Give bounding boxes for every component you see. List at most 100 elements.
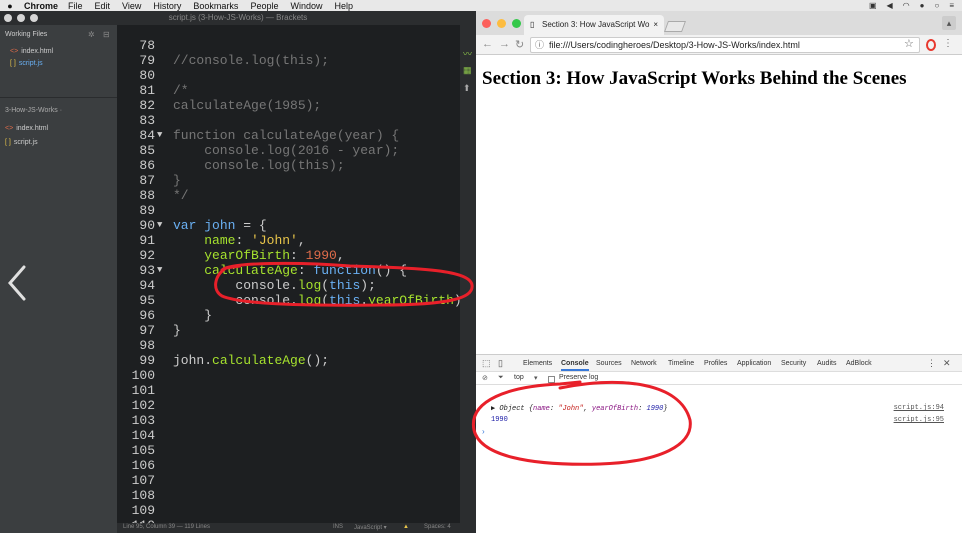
back-arrow-icon[interactable]: ←	[482, 38, 493, 50]
chrome-zoom-button[interactable]	[512, 19, 521, 28]
line-number[interactable]: 100	[117, 368, 155, 383]
line-number[interactable]: 88	[117, 188, 155, 203]
split-view-icon[interactable]: ⊟	[103, 30, 110, 39]
line-number[interactable]: 105	[117, 443, 155, 458]
line-number[interactable]: 84	[117, 128, 155, 143]
live-preview-icon[interactable]: 〰	[463, 47, 472, 60]
more-menu-icon[interactable]: ⋮	[943, 38, 953, 49]
devtools-tab-profiles[interactable]: Profiles	[704, 360, 727, 367]
devtools-tab-elements[interactable]: Elements	[523, 360, 552, 367]
close-tab-icon[interactable]: ×	[653, 15, 658, 35]
menu-view[interactable]: View	[122, 1, 141, 11]
devtools-tab-sources[interactable]: Sources	[596, 360, 622, 367]
insert-mode[interactable]: INS	[333, 524, 343, 530]
menu-people[interactable]: People	[250, 1, 278, 11]
close-window-button[interactable]	[4, 14, 12, 22]
devtools-menu-icon[interactable]: ⋮	[927, 358, 936, 369]
line-number[interactable]: 81	[117, 83, 155, 98]
line-number[interactable]: 107	[117, 473, 155, 488]
working-file-script-js[interactable]: [ ] script.js	[10, 60, 43, 67]
line-number[interactable]: 99	[117, 353, 155, 368]
line-number[interactable]: 108	[117, 488, 155, 503]
console-object-output[interactable]: ▶ Object {name: "John", yearOfBirth: 199…	[491, 404, 668, 413]
device-mode-icon[interactable]: ▯	[498, 358, 503, 369]
line-number[interactable]: 94	[117, 278, 155, 293]
line-number[interactable]: 95	[117, 293, 155, 308]
console-source-link[interactable]: script.js:94	[894, 404, 944, 412]
line-number[interactable]: 86	[117, 158, 155, 173]
warning-icon[interactable]: ▲	[403, 524, 409, 530]
code-editor[interactable]: 78 79 //console.log(this); 80 81 /* 82 calculat…	[117, 25, 460, 523]
line-number[interactable]: 103	[117, 413, 155, 428]
profile-icon[interactable]: ▴	[942, 16, 956, 30]
working-file-index-html[interactable]: <> index.html	[10, 48, 53, 55]
line-number[interactable]: 82	[117, 98, 155, 113]
zoom-window-button[interactable]	[30, 14, 38, 22]
apple-icon[interactable]: ●	[0, 1, 20, 11]
line-number[interactable]: 89	[117, 203, 155, 218]
bookmark-star-icon[interactable]: ☆	[904, 37, 914, 50]
camera-icon[interactable]: ▣	[869, 1, 877, 10]
new-tab-button[interactable]	[663, 21, 687, 32]
opera-extension-icon[interactable]	[926, 39, 936, 51]
filter-icon[interactable]: ⏷	[498, 374, 504, 382]
extension-manager-icon[interactable]: ▦	[463, 65, 472, 76]
notification-center-icon[interactable]: ≡	[949, 1, 954, 10]
line-number[interactable]: 97	[117, 323, 155, 338]
devtools-tab-security[interactable]: Security	[781, 360, 806, 367]
menu-file[interactable]: File	[68, 1, 83, 11]
menu-window[interactable]: Window	[290, 1, 322, 11]
menu-help[interactable]: Help	[334, 1, 353, 11]
indent-setting[interactable]: Spaces: 4	[424, 524, 451, 530]
devtools-tab-application[interactable]: Application	[737, 360, 771, 367]
line-number[interactable]: 96	[117, 308, 155, 323]
clear-console-icon[interactable]: ⊘	[482, 374, 488, 382]
menu-bookmarks[interactable]: Bookmarks	[193, 1, 238, 11]
console-source-link[interactable]: script.js:95	[894, 416, 944, 424]
line-number[interactable]: 87	[117, 173, 155, 188]
address-bar[interactable]: ⓘ file:///Users/codingheroes/Desktop/3-H…	[530, 37, 920, 53]
project-file-index-html[interactable]: <> index.html	[5, 125, 48, 132]
line-number[interactable]: 92	[117, 248, 155, 263]
line-number[interactable]: 109	[117, 503, 155, 518]
browser-tab[interactable]: ▯ Section 3: How JavaScript Wo ×	[524, 15, 664, 35]
line-number[interactable]: 106	[117, 458, 155, 473]
devtools-tab-network[interactable]: Network	[631, 360, 657, 367]
line-number[interactable]: 90	[117, 218, 155, 233]
minimize-window-button[interactable]	[17, 14, 25, 22]
git-icon[interactable]: ⬆	[463, 83, 471, 94]
volume-icon[interactable]: ◀	[887, 1, 893, 10]
line-number[interactable]: 101	[117, 383, 155, 398]
devtools-tab-adblock[interactable]: AdBlock	[846, 360, 872, 367]
line-number[interactable]: 91	[117, 233, 155, 248]
devtools-tab-audits[interactable]: Audits	[817, 360, 836, 367]
spotlight-search-icon[interactable]: ○	[934, 1, 939, 10]
line-number[interactable]: 78	[117, 38, 155, 53]
reload-icon[interactable]: ↻	[515, 38, 524, 51]
devtools-tab-console[interactable]: Console	[561, 360, 589, 371]
line-number[interactable]: 79	[117, 53, 155, 68]
chevron-down-icon[interactable]: ▾	[534, 374, 538, 382]
inspect-element-icon[interactable]: ⬚	[482, 358, 491, 369]
project-dropdown[interactable]: 3-How-JS-Works ·	[5, 107, 62, 114]
line-number[interactable]: 85	[117, 143, 155, 158]
menubar-app-name[interactable]: Chrome	[24, 1, 58, 11]
wifi-icon[interactable]: ◠	[903, 1, 910, 10]
line-number[interactable]: 102	[117, 398, 155, 413]
line-number[interactable]: 83	[117, 113, 155, 128]
line-number[interactable]: 98	[117, 338, 155, 353]
gear-icon[interactable]: ✲	[88, 30, 95, 39]
fold-toggle-icon[interactable]: ▼	[157, 263, 162, 278]
line-number[interactable]: 93	[117, 263, 155, 278]
chrome-minimize-button[interactable]	[497, 19, 506, 28]
close-devtools-icon[interactable]: ✕	[943, 358, 951, 369]
fold-toggle-icon[interactable]: ▼	[157, 128, 162, 143]
devtools-tab-timeline[interactable]: Timeline	[668, 360, 694, 367]
console-prompt[interactable]: ›	[482, 427, 485, 436]
chrome-close-button[interactable]	[482, 19, 491, 28]
line-number[interactable]: 104	[117, 428, 155, 443]
info-icon[interactable]: ⓘ	[535, 38, 544, 52]
project-file-script-js[interactable]: [ ] script.js	[5, 139, 38, 146]
line-number[interactable]: 80	[117, 68, 155, 83]
language-selector[interactable]: JavaScript ▾	[354, 524, 387, 531]
